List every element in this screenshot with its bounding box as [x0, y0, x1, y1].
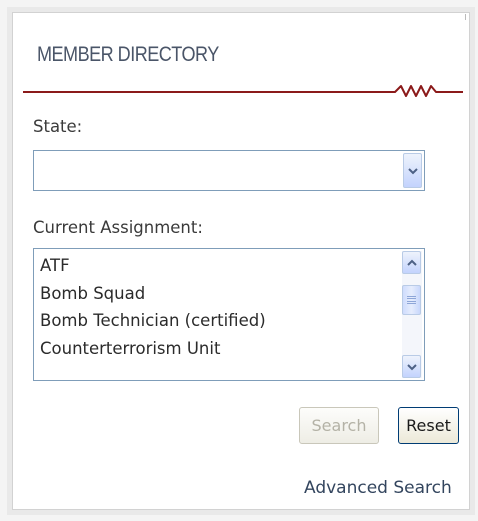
- chevron-down-icon: [406, 363, 417, 370]
- scroll-up-button[interactable]: [402, 251, 421, 274]
- assignment-listbox[interactable]: ATF Bomb Squad Bomb Technician (certifie…: [33, 248, 425, 381]
- assignment-options: ATF Bomb Squad Bomb Technician (certifie…: [40, 252, 390, 362]
- search-button[interactable]: Search: [299, 407, 379, 444]
- member-directory-widget: MEMBER DIRECTORY State: Current Assignme…: [12, 12, 470, 510]
- list-item[interactable]: Bomb Technician (certified): [40, 307, 390, 335]
- scroll-down-button[interactable]: [402, 355, 421, 378]
- list-item[interactable]: ATF: [40, 252, 390, 280]
- state-dropdown-button[interactable]: [403, 153, 422, 188]
- page-background: MEMBER DIRECTORY State: Current Assignme…: [0, 0, 478, 521]
- grip-icon: [407, 296, 416, 304]
- assignment-scrollbar[interactable]: [402, 251, 422, 378]
- chevron-up-icon: [406, 259, 417, 266]
- list-item[interactable]: Counterterrorism Unit: [40, 335, 390, 363]
- scroll-thumb[interactable]: [402, 285, 421, 315]
- reset-button[interactable]: Reset: [398, 407, 459, 444]
- heartbeat-divider: [23, 83, 463, 99]
- assignment-label: Current Assignment:: [33, 218, 203, 237]
- chevron-down-icon: [407, 167, 418, 174]
- state-label: State:: [33, 117, 83, 136]
- state-select[interactable]: [33, 150, 425, 191]
- list-item[interactable]: Bomb Squad: [40, 280, 390, 308]
- heartbeat-divider-icon: [23, 85, 463, 97]
- advanced-search-link[interactable]: Advanced Search: [304, 478, 452, 498]
- widget-title: MEMBER DIRECTORY: [37, 43, 219, 66]
- corner-mark: [465, 14, 466, 20]
